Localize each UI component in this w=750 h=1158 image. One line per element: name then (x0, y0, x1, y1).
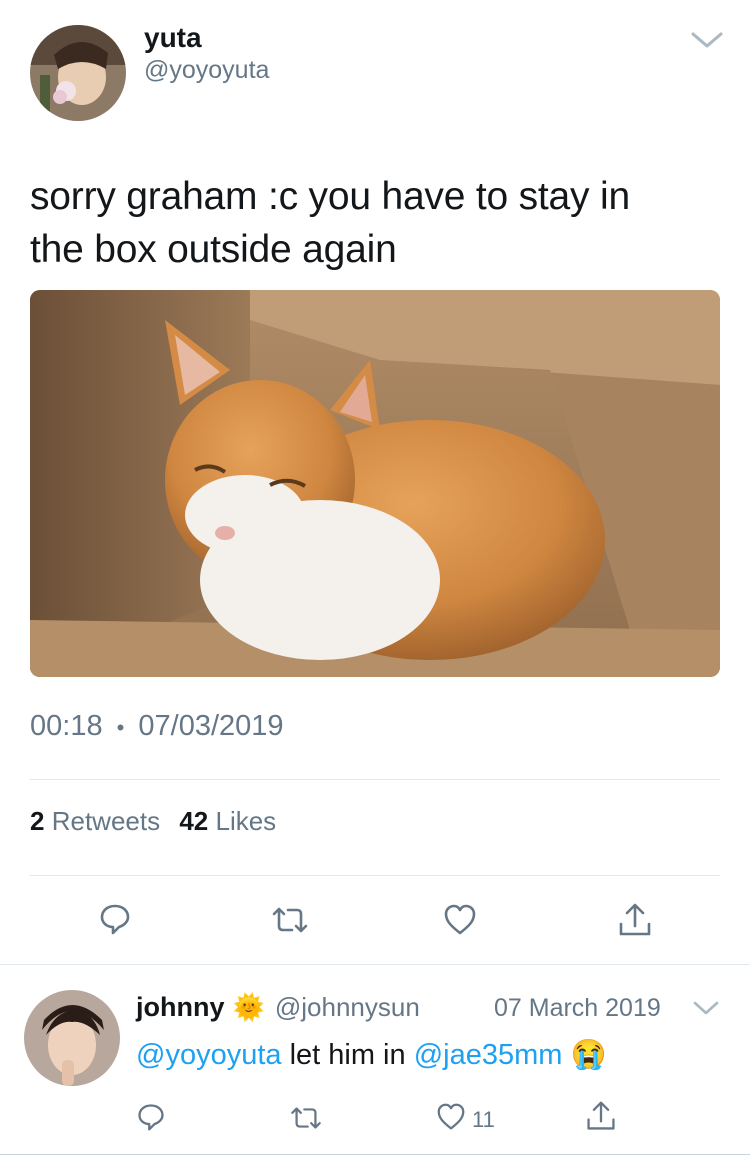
reply-icon (136, 1102, 166, 1137)
divider (0, 1154, 750, 1155)
reply-header: johnny 🌞 @johnnysun (136, 992, 420, 1023)
reply-author-name[interactable]: johnny (136, 992, 225, 1023)
timestamp-separator: • (116, 715, 125, 740)
tweet-time: 00:18 (30, 710, 103, 742)
reply-date: 07 March 2019 (494, 994, 661, 1022)
reply-body: let him in (289, 1039, 406, 1071)
reply-reply-button[interactable] (136, 1102, 166, 1137)
author-name[interactable]: yuta (144, 22, 202, 54)
divider (30, 875, 720, 876)
heart-icon (443, 904, 477, 941)
reply-like-button[interactable]: 11 (436, 1103, 495, 1136)
share-icon (585, 1100, 617, 1137)
retweet-button[interactable] (270, 906, 310, 939)
verified-badge-icon: 🌞 (232, 992, 265, 1022)
chevron-down-icon[interactable] (693, 1000, 719, 1016)
heart-icon (436, 1103, 466, 1136)
reply-author-handle[interactable]: @johnnysun (275, 992, 420, 1023)
reply-text: @yoyoyuta let him in @jae35mm 😭 (136, 1038, 607, 1072)
mention-link[interactable]: @yoyoyuta (136, 1039, 282, 1071)
retweets-label: Retweets (51, 806, 161, 836)
reply-retweet-button[interactable] (288, 1106, 324, 1135)
crying-emoji: 😭 (570, 1039, 607, 1071)
reply-icon (98, 902, 132, 941)
reply-author-avatar[interactable] (24, 990, 120, 1086)
like-button[interactable] (443, 904, 477, 941)
likes-label: Likes (215, 806, 277, 836)
retweet-icon (270, 906, 310, 939)
author-handle[interactable]: @yoyoyuta (144, 56, 269, 85)
divider (0, 964, 750, 965)
tweet-stats: 2 Retweets 42 Likes (30, 806, 276, 837)
retweet-icon (288, 1106, 324, 1135)
share-icon (617, 902, 653, 943)
likes-stat[interactable]: 42 Likes (179, 806, 276, 836)
author-avatar[interactable] (30, 25, 126, 121)
tweet-photo[interactable] (30, 290, 720, 677)
tweet-timestamp: 00:18 • 07/03/2019 (30, 710, 284, 743)
likes-count: 42 (179, 806, 209, 836)
reply-share-button[interactable] (585, 1100, 617, 1137)
reply-button[interactable] (98, 902, 132, 941)
retweets-stat[interactable]: 2 Retweets (30, 806, 167, 836)
mention-link[interactable]: @jae35mm (414, 1039, 563, 1071)
divider (30, 779, 720, 780)
tweet-text: sorry graham :c you have to stay in the … (30, 170, 730, 276)
retweets-count: 2 (30, 806, 45, 836)
share-button[interactable] (617, 902, 653, 943)
chevron-down-icon[interactable] (690, 30, 724, 50)
tweet-text-line: sorry graham :c you have to stay in (30, 175, 630, 218)
reply-like-count: 11 (472, 1106, 495, 1132)
tweet-text-line: the box outside again (30, 228, 397, 271)
tweet-date: 07/03/2019 (138, 710, 284, 742)
